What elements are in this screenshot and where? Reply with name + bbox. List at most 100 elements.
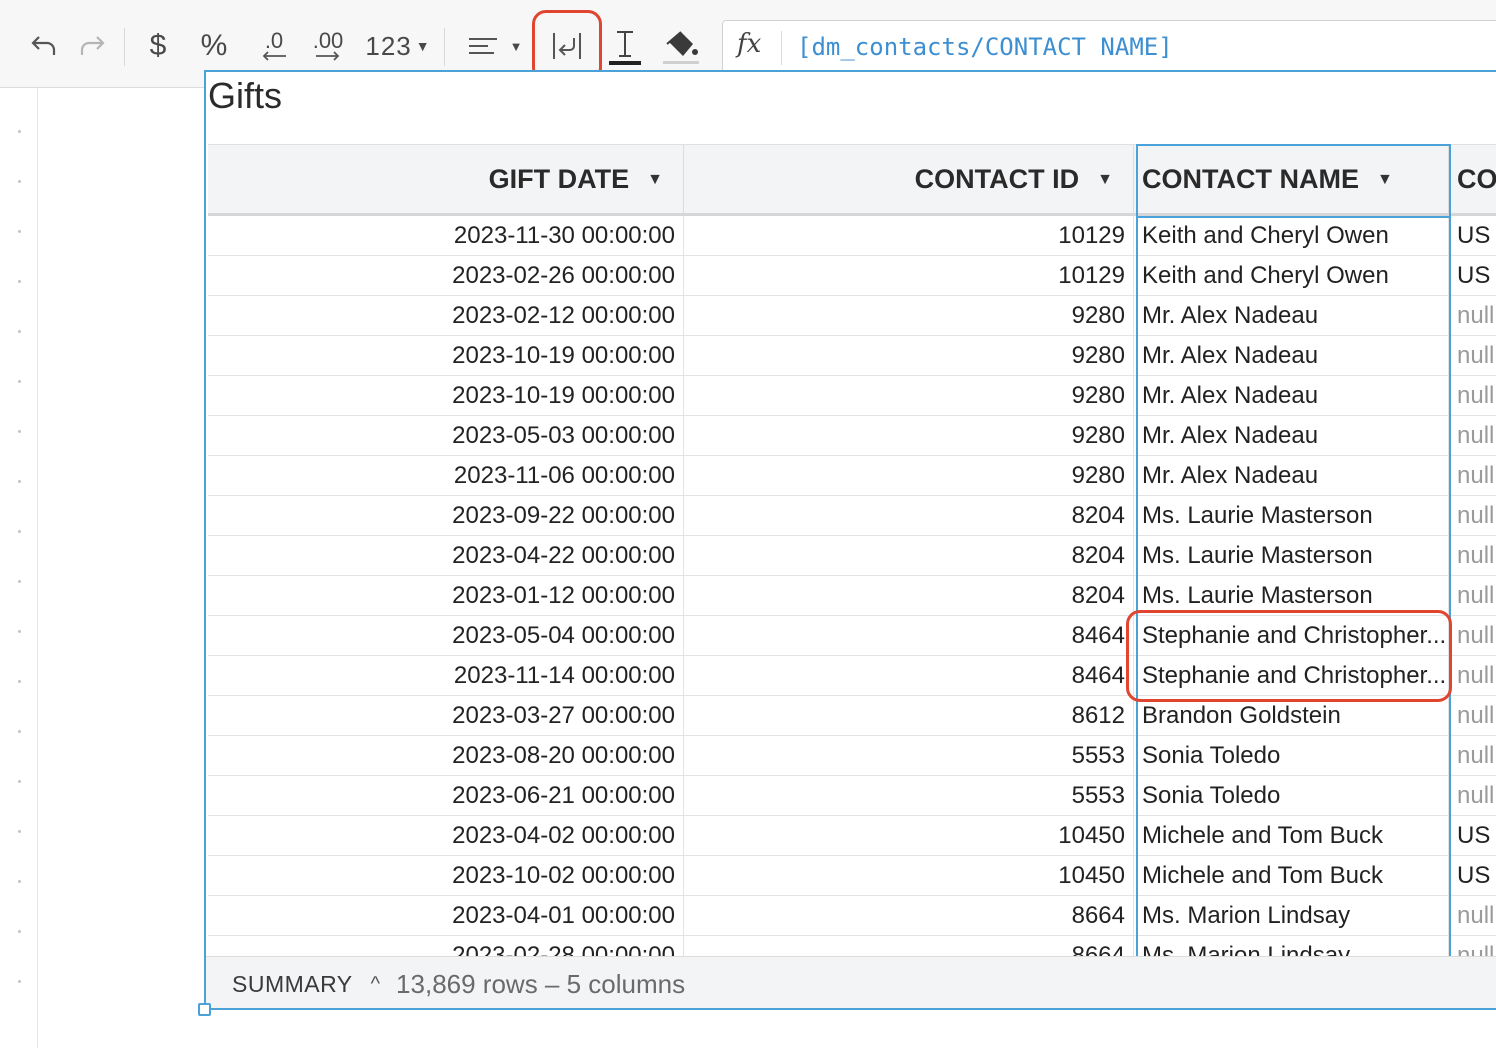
formula-input[interactable]: [dm_contacts/CONTACT NAME] <box>797 33 1173 61</box>
cell-country[interactable]: null <box>1449 736 1496 776</box>
cell-gift-date[interactable]: 2023-02-26 00:00:00 <box>208 256 684 296</box>
cell-gift-date[interactable]: 2023-11-06 00:00:00 <box>208 456 684 496</box>
cell-contact-name[interactable]: Mr. Alex Nadeau <box>1134 296 1449 336</box>
cell-country[interactable]: null <box>1449 576 1496 616</box>
decrease-decimal-button[interactable]: .0 <box>252 22 296 70</box>
cell-country[interactable]: null <box>1449 936 1496 958</box>
chevron-up-icon[interactable]: ^ <box>371 973 380 996</box>
cell-gift-date[interactable]: 2023-06-21 00:00:00 <box>208 776 684 816</box>
cell-contact-id[interactable]: 10129 <box>684 256 1134 296</box>
cell-gift-date[interactable]: 2023-03-27 00:00:00 <box>208 696 684 736</box>
caret-down-icon[interactable]: ▼ <box>1377 171 1393 189</box>
cell-contact-name[interactable]: Mr. Alex Nadeau <box>1134 336 1449 376</box>
cell-contact-name[interactable]: Keith and Cheryl Owen <box>1134 216 1449 256</box>
cell-gift-date[interactable]: 2023-04-02 00:00:00 <box>208 816 684 856</box>
cell-contact-name[interactable]: Mr. Alex Nadeau <box>1134 416 1449 456</box>
redo-button[interactable] <box>70 22 114 70</box>
table-row[interactable]: 2023-02-26 00:00:00 10129 Keith and Cheryl… <box>208 256 1496 296</box>
cell-contact-name[interactable]: Mr. Alex Nadeau <box>1134 456 1449 496</box>
column-header-gift-date[interactable]: GIFT DATE ▼ <box>208 145 684 214</box>
cell-country[interactable]: null <box>1449 656 1496 696</box>
cell-gift-date[interactable]: 2023-04-22 00:00:00 <box>208 536 684 576</box>
cell-gift-date[interactable]: 2023-09-22 00:00:00 <box>208 496 684 536</box>
cell-gift-date[interactable]: 2023-04-01 00:00:00 <box>208 896 684 936</box>
cell-country[interactable]: US <box>1449 816 1496 856</box>
fill-color-button[interactable] <box>656 22 706 70</box>
cell-contact-id[interactable]: 8204 <box>684 496 1134 536</box>
formula-bar[interactable]: fx [dm_contacts/CONTACT NAME] <box>722 20 1496 74</box>
cell-gift-date[interactable]: 2023-02-28 00:00:00 <box>208 936 684 958</box>
cell-country[interactable]: US <box>1449 856 1496 896</box>
cell-country[interactable]: null <box>1449 456 1496 496</box>
table-row[interactable]: 2023-10-02 00:00:00 10450 Michele and Tom … <box>208 856 1496 896</box>
table-row[interactable]: 2023-11-06 00:00:00 9280 Mr. Alex Nadeau nu… <box>208 456 1496 496</box>
table-row[interactable]: 2023-04-02 00:00:00 10450 Michele and Tom … <box>208 816 1496 856</box>
column-header-contact-id[interactable]: CONTACT ID ▼ <box>684 145 1134 214</box>
cell-country[interactable]: null <box>1449 496 1496 536</box>
column-header-country[interactable]: CO <box>1449 145 1496 214</box>
undo-button[interactable] <box>22 22 66 70</box>
table-row[interactable]: 2023-02-28 00:00:00 8664 Ms. Marion Lindsa… <box>208 936 1496 958</box>
cell-contact-name[interactable]: Brandon Goldstein <box>1134 696 1449 736</box>
cell-contact-id[interactable]: 8664 <box>684 936 1134 958</box>
cell-country[interactable]: null <box>1449 696 1496 736</box>
cell-contact-id[interactable]: 8612 <box>684 696 1134 736</box>
cell-country[interactable]: null <box>1449 376 1496 416</box>
cell-contact-name[interactable]: Ms. Marion Lindsay <box>1134 896 1449 936</box>
resize-handle[interactable] <box>198 1003 211 1016</box>
cell-contact-name[interactable]: Keith and Cheryl Owen <box>1134 256 1449 296</box>
cell-contact-name[interactable]: Michele and Tom Buck <box>1134 856 1449 896</box>
table-row[interactable]: 2023-10-19 00:00:00 9280 Mr. Alex Nadeau nu… <box>208 376 1496 416</box>
table-widget[interactable]: Gifts GIFT DATE ▼ CONTACT ID ▼ CONTACT NAM… <box>204 70 1496 1010</box>
cell-contact-id[interactable]: 10129 <box>684 216 1134 256</box>
cell-contact-id[interactable]: 9280 <box>684 416 1134 456</box>
cell-contact-name[interactable]: Ms. Laurie Masterson <box>1134 536 1449 576</box>
cell-contact-id[interactable]: 8664 <box>684 896 1134 936</box>
cell-contact-name[interactable]: Ms. Marion Lindsay <box>1134 936 1449 958</box>
cell-country[interactable]: US <box>1449 216 1496 256</box>
cell-contact-id[interactable]: 9280 <box>684 336 1134 376</box>
cell-contact-name[interactable]: Ms. Laurie Masterson <box>1134 496 1449 536</box>
cell-gift-date[interactable]: 2023-08-20 00:00:00 <box>208 736 684 776</box>
cell-gift-date[interactable]: 2023-02-12 00:00:00 <box>208 296 684 336</box>
cell-contact-id[interactable]: 8204 <box>684 576 1134 616</box>
caret-down-icon[interactable]: ▼ <box>1097 171 1113 189</box>
table-row[interactable]: 2023-04-22 00:00:00 8204 Ms. Laurie Master… <box>208 536 1496 576</box>
cell-gift-date[interactable]: 2023-05-03 00:00:00 <box>208 416 684 456</box>
table-row[interactable]: 2023-11-30 00:00:00 10129 Keith and Cheryl… <box>208 216 1496 256</box>
cell-gift-date[interactable]: 2023-11-30 00:00:00 <box>208 216 684 256</box>
table-row[interactable]: 2023-08-20 00:00:00 5553 Sonia Toledo null <box>208 736 1496 776</box>
align-dropdown[interactable]: ▼ <box>458 22 530 70</box>
caret-down-icon[interactable]: ▼ <box>647 171 663 189</box>
cell-contact-name[interactable]: Sonia Toledo <box>1134 776 1449 816</box>
cell-contact-id[interactable]: 5553 <box>684 736 1134 776</box>
cell-contact-name[interactable]: Mr. Alex Nadeau <box>1134 376 1449 416</box>
table-row[interactable]: 2023-06-21 00:00:00 5553 Sonia Toledo null <box>208 776 1496 816</box>
cell-contact-name[interactable]: Michele and Tom Buck <box>1134 816 1449 856</box>
cell-contact-name[interactable]: Sonia Toledo <box>1134 736 1449 776</box>
cell-country[interactable]: null <box>1449 296 1496 336</box>
cell-gift-date[interactable]: 2023-11-14 00:00:00 <box>208 656 684 696</box>
table-row[interactable]: 2023-05-03 00:00:00 9280 Mr. Alex Nadeau nu… <box>208 416 1496 456</box>
table-row[interactable]: 2023-02-12 00:00:00 9280 Mr. Alex Nadeau nu… <box>208 296 1496 336</box>
cell-gift-date[interactable]: 2023-10-19 00:00:00 <box>208 336 684 376</box>
cell-contact-id[interactable]: 9280 <box>684 376 1134 416</box>
cell-country[interactable]: null <box>1449 336 1496 376</box>
cell-contact-id[interactable]: 9280 <box>684 296 1134 336</box>
cell-gift-date[interactable]: 2023-01-12 00:00:00 <box>208 576 684 616</box>
text-color-button[interactable] <box>600 22 650 70</box>
number-format-dropdown[interactable]: 123 ▼ <box>362 22 434 70</box>
cell-contact-id[interactable]: 5553 <box>684 776 1134 816</box>
table-row[interactable]: 2023-09-22 00:00:00 8204 Ms. Laurie Master… <box>208 496 1496 536</box>
table-row[interactable]: 2023-04-01 00:00:00 8664 Ms. Marion Lindsa… <box>208 896 1496 936</box>
cell-country[interactable]: null <box>1449 896 1496 936</box>
cell-contact-id[interactable]: 8204 <box>684 536 1134 576</box>
currency-format-button[interactable]: $ <box>138 22 178 70</box>
cell-contact-id[interactable]: 9280 <box>684 456 1134 496</box>
cell-country[interactable]: US <box>1449 256 1496 296</box>
column-header-contact-name[interactable]: CONTACT NAME ▼ <box>1134 145 1449 214</box>
cell-contact-id[interactable]: 10450 <box>684 816 1134 856</box>
summary-bar[interactable]: SUMMARY ^ 13,869 rows – 5 columns <box>206 956 1496 1008</box>
table-row[interactable]: 2023-03-27 00:00:00 8612 Brandon Goldstein… <box>208 696 1496 736</box>
cell-country[interactable]: null <box>1449 416 1496 456</box>
